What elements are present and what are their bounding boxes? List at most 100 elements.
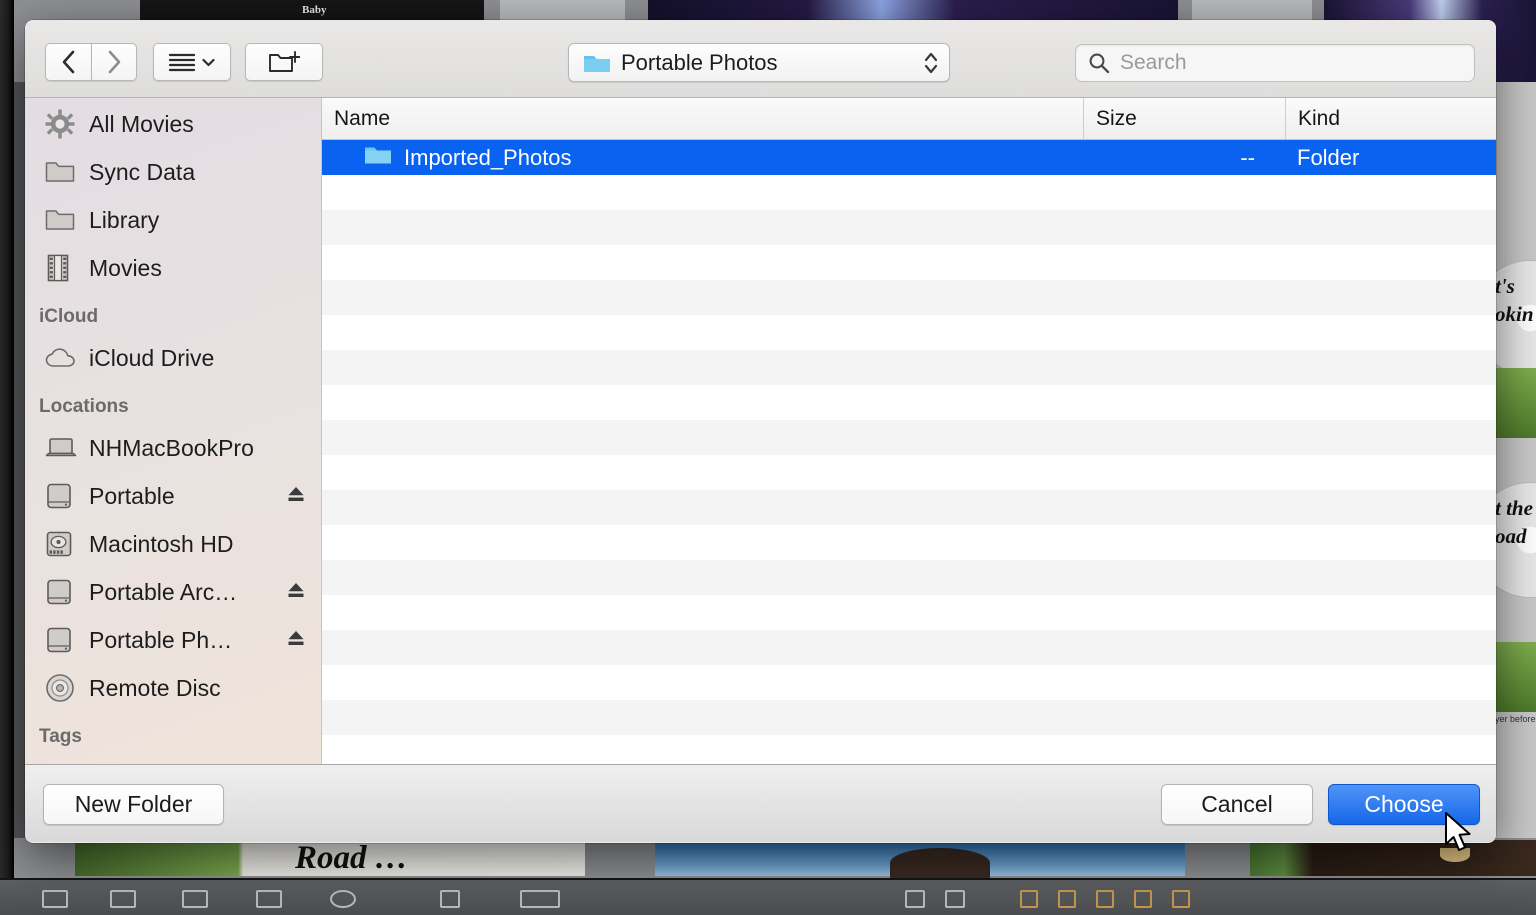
new-folder-button[interactable]: New Folder bbox=[43, 784, 224, 825]
background-app-toolbar bbox=[0, 878, 1536, 915]
sidebar-item-movies[interactable]: Movies bbox=[25, 244, 321, 292]
table-row-empty bbox=[322, 490, 1496, 525]
background-thumbnail bbox=[1250, 840, 1536, 876]
background-thumbnail-label: Baby bbox=[302, 4, 327, 16]
sidebar-item-label: iCloud Drive bbox=[89, 344, 215, 371]
background-photo-thumb bbox=[1495, 642, 1536, 712]
dialog-bottom-bar: New Folder Cancel Choose bbox=[25, 764, 1496, 842]
background-disc-note: okin bbox=[1495, 302, 1534, 326]
table-row-empty bbox=[322, 280, 1496, 315]
chevron-right-icon bbox=[108, 50, 120, 74]
sidebar-item-macintosh-hd[interactable]: Macintosh HD bbox=[25, 520, 321, 568]
column-header-kind[interactable]: Kind bbox=[1285, 98, 1496, 139]
folder-icon bbox=[45, 208, 79, 232]
background-toolbar-icon bbox=[1020, 890, 1038, 908]
sidebar-item-sync-data[interactable]: Sync Data bbox=[25, 148, 321, 196]
eject-icon[interactable] bbox=[285, 483, 307, 510]
table-row-empty bbox=[322, 210, 1496, 245]
sidebar-item-portable-photos[interactable]: Portable Ph… bbox=[25, 616, 321, 664]
background-toolbar-icon bbox=[256, 890, 282, 908]
table-row-empty bbox=[322, 455, 1496, 490]
gear-icon bbox=[45, 109, 79, 139]
sidebar-item-library[interactable]: Library bbox=[25, 196, 321, 244]
eject-icon[interactable] bbox=[285, 627, 307, 654]
background-toolbar-icon bbox=[1172, 890, 1190, 908]
search-field[interactable]: Search bbox=[1075, 44, 1475, 82]
sidebar-item-label: Sync Data bbox=[89, 158, 196, 185]
cell-kind: Folder bbox=[1297, 144, 1360, 170]
optical-icon bbox=[45, 673, 79, 703]
cloud-icon bbox=[45, 347, 79, 369]
list-view-icon bbox=[169, 53, 195, 72]
background-thumbnail-detail bbox=[890, 848, 990, 878]
table-row[interactable]: Imported_Photos -- Folder bbox=[322, 140, 1496, 175]
table-row-empty bbox=[322, 245, 1496, 280]
background-toolbar-icon bbox=[440, 890, 460, 908]
forward-button[interactable] bbox=[91, 43, 137, 81]
file-list-rows[interactable]: Imported_Photos -- Folder bbox=[322, 140, 1496, 764]
table-row-empty bbox=[322, 735, 1496, 764]
sidebar-item-label: Portable Ph… bbox=[89, 626, 233, 653]
cell-name: Imported_Photos bbox=[322, 144, 1083, 172]
cancel-button[interactable]: Cancel bbox=[1161, 784, 1313, 825]
harddisk-icon bbox=[45, 482, 79, 510]
search-placeholder: Search bbox=[1120, 51, 1187, 74]
table-row-empty bbox=[322, 700, 1496, 735]
background-thumbnail-label: Road … bbox=[295, 840, 408, 876]
harddisk-icon bbox=[45, 626, 79, 654]
background-toolbar-icon bbox=[905, 890, 925, 908]
background-toolbar-icon bbox=[945, 890, 965, 908]
background-toolbar-icon bbox=[520, 890, 560, 908]
film-icon bbox=[45, 254, 79, 282]
sidebar-item-portable[interactable]: Portable bbox=[25, 472, 321, 520]
folder-icon bbox=[364, 144, 392, 172]
background-disc-note: oad bbox=[1495, 524, 1527, 548]
sidebar-item-label: Portable Arc… bbox=[89, 578, 238, 605]
sidebar-item-all-movies[interactable]: All Movies bbox=[25, 100, 321, 148]
table-row-empty bbox=[322, 630, 1496, 665]
search-icon bbox=[1089, 53, 1110, 74]
background-disc-note: t's bbox=[1495, 274, 1515, 298]
file-name: Imported_Photos bbox=[404, 144, 572, 170]
background-toolbar-icon bbox=[1096, 890, 1114, 908]
sidebar-group-favorites: All Movies Sync Data Library Movies bbox=[25, 98, 321, 292]
chevron-up-down-icon bbox=[924, 52, 938, 73]
sidebar-item-portable-archive[interactable]: Portable Arc… bbox=[25, 568, 321, 616]
chevron-down-icon bbox=[202, 58, 215, 66]
dialog-body: All Movies Sync Data Library Movies iClo… bbox=[25, 98, 1496, 764]
eject-icon[interactable] bbox=[285, 579, 307, 606]
sidebar-item-label: Movies bbox=[89, 254, 162, 281]
table-row-empty bbox=[322, 350, 1496, 385]
background-toolbar-icon bbox=[330, 890, 356, 908]
table-row-empty bbox=[322, 315, 1496, 350]
harddisk-icon bbox=[45, 578, 79, 606]
table-row-empty bbox=[322, 420, 1496, 455]
new-folder-icon bbox=[269, 51, 300, 72]
view-options-button[interactable] bbox=[153, 43, 231, 81]
sidebar[interactable]: All Movies Sync Data Library Movies iClo… bbox=[25, 98, 322, 764]
background-toolbar-icon bbox=[42, 890, 68, 908]
file-chooser-dialog: Portable Photos Search All Movies Sync D… bbox=[25, 20, 1496, 843]
background-toolbar-icon bbox=[1134, 890, 1152, 908]
sidebar-item-nhmacbookpro[interactable]: NHMacBookPro bbox=[25, 424, 321, 472]
sidebar-item-icloud-drive[interactable]: iCloud Drive bbox=[25, 334, 321, 382]
sidebar-section-tags: Tags bbox=[39, 726, 82, 747]
background-toolbar-icon bbox=[1058, 890, 1076, 908]
file-list: Name Size Kind Imported_Photos -- Folder bbox=[322, 98, 1496, 764]
sidebar-item-label: Portable bbox=[89, 482, 175, 509]
sidebar-item-label: Library bbox=[89, 206, 160, 233]
column-header-name[interactable]: Name bbox=[322, 98, 1083, 139]
back-button[interactable] bbox=[45, 43, 91, 81]
sidebar-item-label: All Movies bbox=[89, 110, 194, 137]
sidebar-item-remote-disc[interactable]: Remote Disc bbox=[25, 664, 321, 712]
sidebar-item-label: NHMacBookPro bbox=[89, 434, 254, 461]
mouse-cursor bbox=[1445, 812, 1471, 851]
chevron-left-icon bbox=[62, 50, 75, 74]
column-header-size[interactable]: Size bbox=[1083, 98, 1285, 139]
table-row-empty bbox=[322, 560, 1496, 595]
folder-icon bbox=[584, 55, 610, 72]
new-folder-toolbar-button[interactable] bbox=[245, 43, 323, 81]
dialog-toolbar: Portable Photos Search bbox=[25, 20, 1496, 98]
path-popup-button[interactable]: Portable Photos bbox=[568, 43, 950, 82]
background-disc-note: t the bbox=[1495, 496, 1533, 520]
